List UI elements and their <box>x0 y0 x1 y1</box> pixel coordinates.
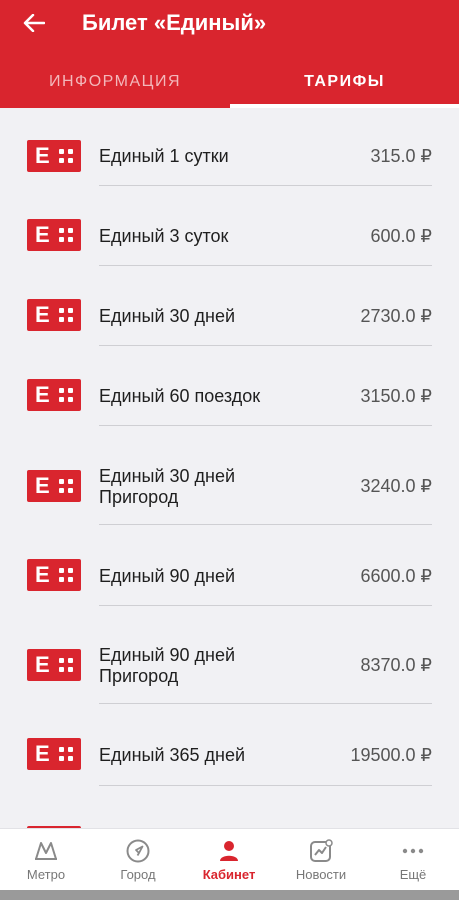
tariff-price: 2730.0 ₽ <box>360 306 432 326</box>
edinyi-logo-icon: Е <box>27 299 81 331</box>
nav-metro[interactable]: Метро <box>0 829 92 891</box>
app-header: Билет «Единый» ИНФОРМАЦИЯ ТАРИФЫ <box>0 0 459 108</box>
edinyi-logo-icon: Е <box>27 140 81 172</box>
tariff-row[interactable]: Е Единый 30 дней Пригород 3240.0 ₽ <box>0 426 459 525</box>
tariff-name: Единый 90 дней Пригород <box>99 645 236 686</box>
tab-tariffs[interactable]: ТАРИФЫ <box>230 60 459 106</box>
tariff-row[interactable]: Е Единый 30 дней 2730.0 ₽ <box>0 266 459 346</box>
nav-label: Новости <box>295 867 347 882</box>
nav-label: Метро <box>26 867 66 882</box>
tariff-row-partial[interactable] <box>0 786 459 828</box>
tariff-row[interactable]: Е Единый 90 дней Пригород 8370.0 ₽ <box>0 606 459 704</box>
navigation-icon <box>126 839 150 863</box>
tariff-name: Единый 30 дней <box>99 306 236 326</box>
tariff-name: Единый 3 суток <box>99 226 229 246</box>
edinyi-logo-icon: Е <box>27 559 81 591</box>
tariff-list: Е Единый 1 сутки 315.0 ₽ Е Единый 3 суто… <box>0 108 459 828</box>
tariff-price: 3150.0 ₽ <box>360 386 432 406</box>
tariff-price: 600.0 ₽ <box>370 226 433 246</box>
tariff-price: 315.0 ₽ <box>370 146 433 166</box>
edinyi-logo-icon: Е <box>27 470 81 502</box>
tariff-name: Единый 60 поездок <box>99 386 261 406</box>
tariff-price: 6600.0 ₽ <box>360 566 432 586</box>
tab-information[interactable]: ИНФОРМАЦИЯ <box>0 60 230 106</box>
page-title: Билет «Единый» <box>82 10 267 35</box>
more-icon <box>402 848 424 854</box>
tariff-name: Единый 1 сутки <box>99 146 229 166</box>
edinyi-logo-icon: Е <box>27 379 81 411</box>
nav-news[interactable]: Новости <box>275 829 367 891</box>
edinyi-logo-icon: Е <box>27 649 81 681</box>
news-icon <box>310 839 333 862</box>
nav-label: Ещё <box>399 867 427 882</box>
tariff-row[interactable]: Е Единый 1 сутки 315.0 ₽ <box>0 108 459 186</box>
tariff-row[interactable]: Е Единый 3 суток 600.0 ₽ <box>0 186 459 266</box>
back-arrow-icon <box>23 14 45 32</box>
back-button[interactable] <box>16 8 52 38</box>
tariff-price: 19500.0 ₽ <box>350 745 432 765</box>
tariff-price: 3240.0 ₽ <box>360 476 432 496</box>
edinyi-logo-icon: Е <box>27 738 81 770</box>
tariff-row[interactable]: Е Единый 90 дней 6600.0 ₽ <box>0 525 459 606</box>
nav-cabinet[interactable]: Кабинет <box>183 829 275 891</box>
tariff-price: 8370.0 ₽ <box>360 655 432 675</box>
system-bar <box>0 890 459 900</box>
edinyi-logo-icon: Е <box>27 219 81 251</box>
bottom-navigation: Метро Город Кабинет Новости Ещё <box>0 828 459 890</box>
tariff-name: Единый 90 дней <box>99 566 236 586</box>
nav-city[interactable]: Город <box>92 829 184 891</box>
tariff-name: Единый 30 дней Пригород <box>99 466 236 507</box>
tariff-row[interactable]: Е Единый 60 поездок 3150.0 ₽ <box>0 346 459 426</box>
nav-label: Город <box>120 867 156 882</box>
nav-more[interactable]: Ещё <box>367 829 459 891</box>
metro-icon <box>35 842 57 860</box>
tariff-row[interactable]: Е Единый 365 дней 19500.0 ₽ <box>0 704 459 786</box>
tariff-name: Единый 365 дней <box>99 745 246 765</box>
nav-label: Кабинет <box>202 867 256 882</box>
profile-icon <box>220 841 238 861</box>
